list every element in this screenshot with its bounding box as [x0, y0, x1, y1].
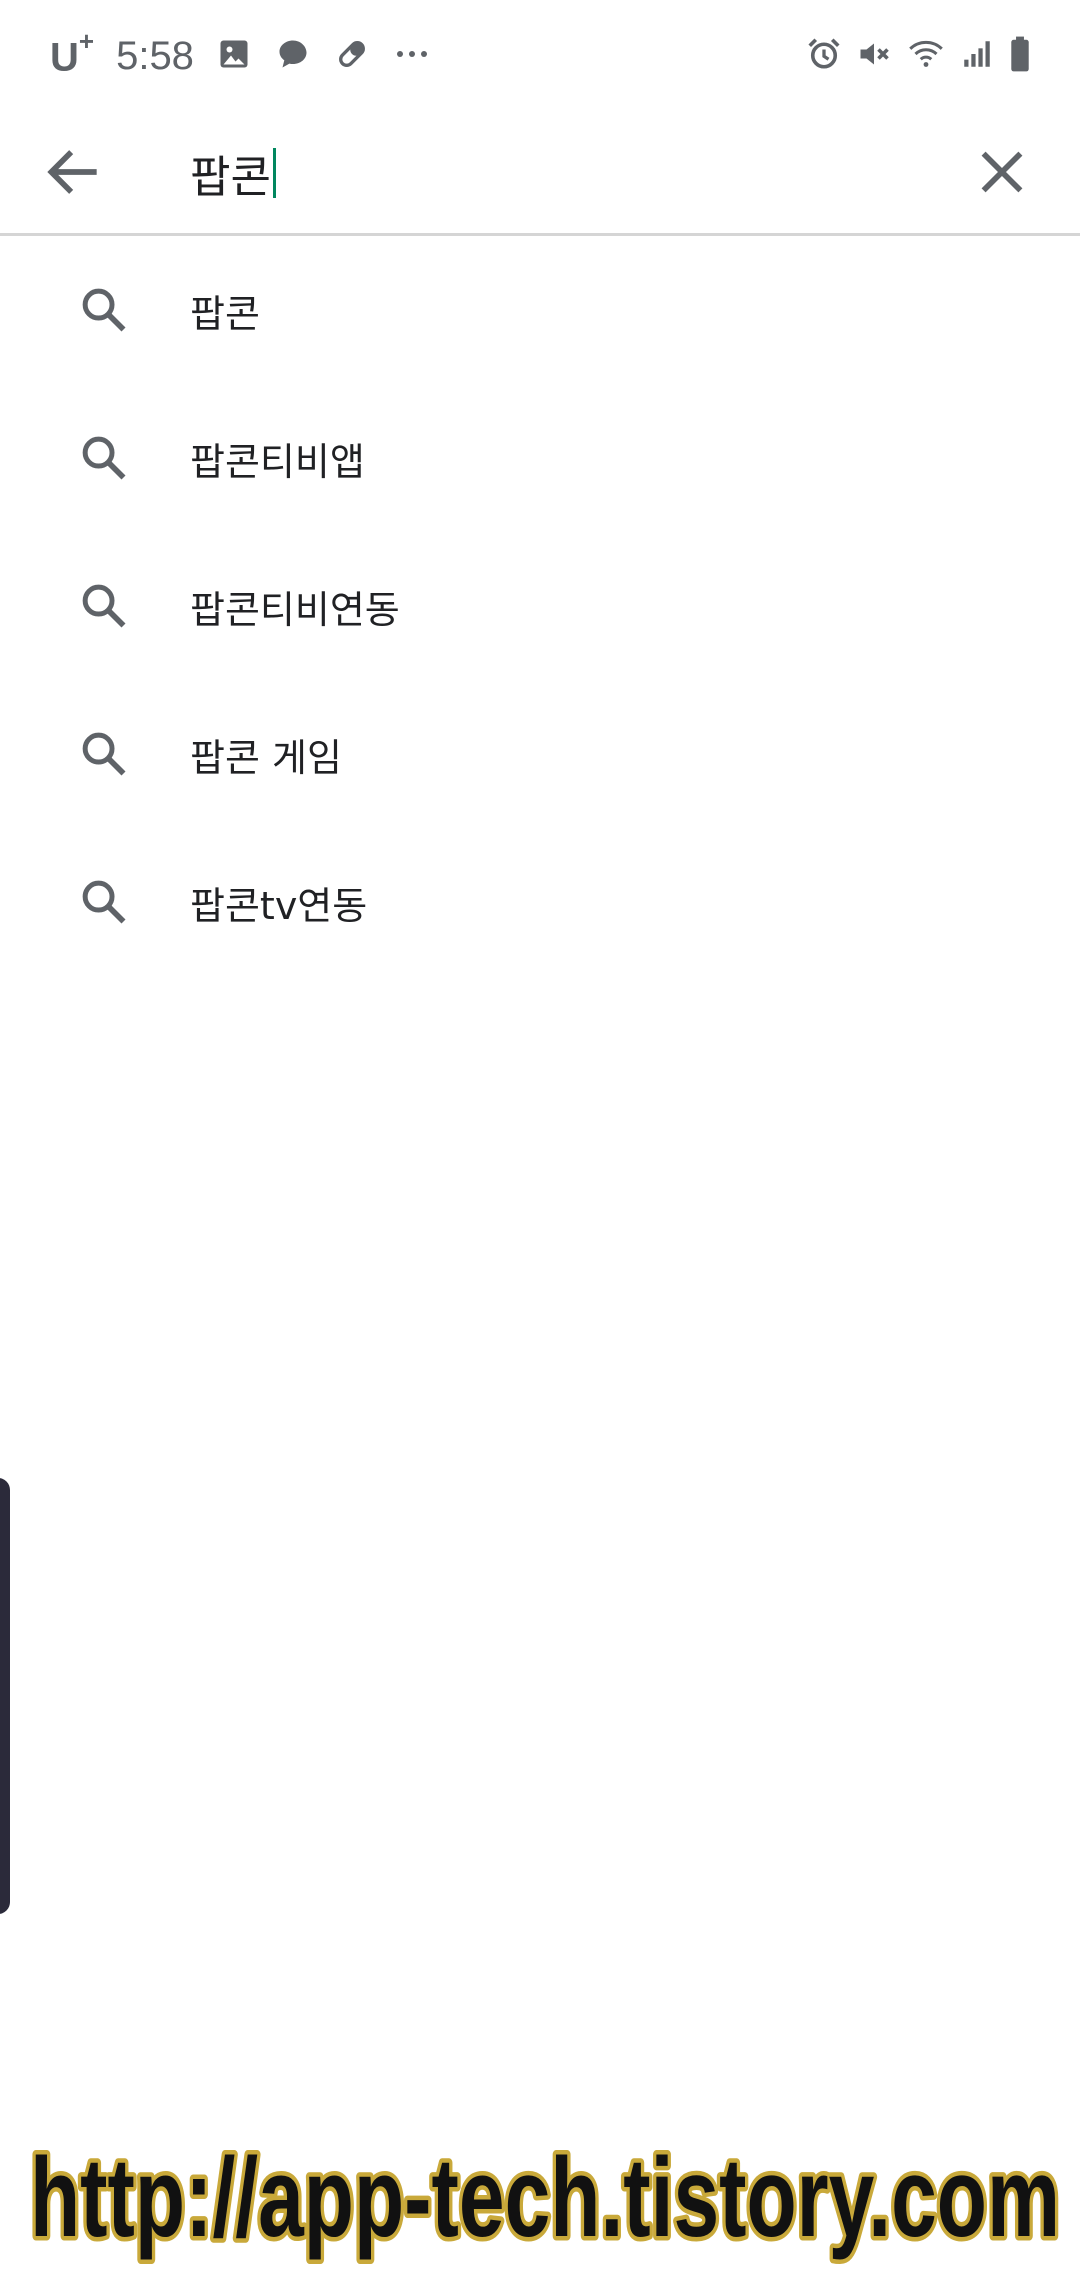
close-icon [981, 151, 1023, 193]
arrow-back-icon [47, 150, 97, 194]
suggestion-item[interactable]: 팝콘tv연동 [0, 828, 1080, 976]
search-icon [82, 732, 126, 776]
search-icon [82, 880, 126, 924]
status-bar: U+ 5:58 [0, 0, 1080, 110]
search-icon [82, 584, 126, 628]
suggestion-label: 팝콘 게임 [190, 735, 342, 780]
search-query-text: 팝콘 [190, 152, 271, 203]
clock: 5:58 [116, 33, 194, 78]
text-caret [272, 148, 276, 198]
clear-button[interactable] [968, 138, 1036, 206]
search-icon [82, 288, 126, 332]
watermark-text: http://app-tech.tistory.com [30, 2135, 1060, 2260]
status-bar-left: U+ 5:58 [50, 25, 432, 84]
status-bar-right [806, 30, 1032, 82]
suggestion-item[interactable]: 팝콘 게임 [0, 680, 1080, 828]
alarm-icon [806, 36, 842, 76]
suggestion-item[interactable]: 팝콘티비연동 [0, 532, 1080, 680]
back-button[interactable] [40, 138, 108, 206]
more-dots-icon [392, 36, 432, 76]
carrier-label: U+ [50, 25, 95, 80]
suggestion-item[interactable]: 팝콘 [0, 236, 1080, 384]
search-input[interactable]: 팝콘 [190, 130, 276, 216]
search-bar: 팝콘 [0, 110, 1080, 236]
suggestion-item[interactable]: 팝콘티비앱 [0, 384, 1080, 532]
chat-icon [274, 36, 312, 76]
signal-icon [960, 36, 994, 76]
suggestion-label: 팝콘 [190, 291, 260, 336]
suggestion-list: 팝콘 팝콘티비앱 팝콘티비연동 팝콘 게임 팝콘tv연동 [0, 236, 1080, 976]
watermark: http://app-tech.tistory.com [26, 2131, 1065, 2265]
battery-icon [1008, 35, 1032, 77]
mute-icon [856, 36, 892, 76]
edge-panel-handle[interactable] [0, 1478, 10, 1914]
wifi-icon [906, 36, 946, 76]
pill-icon [334, 36, 370, 76]
suggestion-label: 팝콘티비연동 [190, 587, 400, 632]
search-icon [82, 436, 126, 480]
suggestion-label: 팝콘티비앱 [190, 439, 365, 484]
suggestion-label: 팝콘tv연동 [190, 883, 368, 928]
gallery-icon [216, 36, 252, 76]
